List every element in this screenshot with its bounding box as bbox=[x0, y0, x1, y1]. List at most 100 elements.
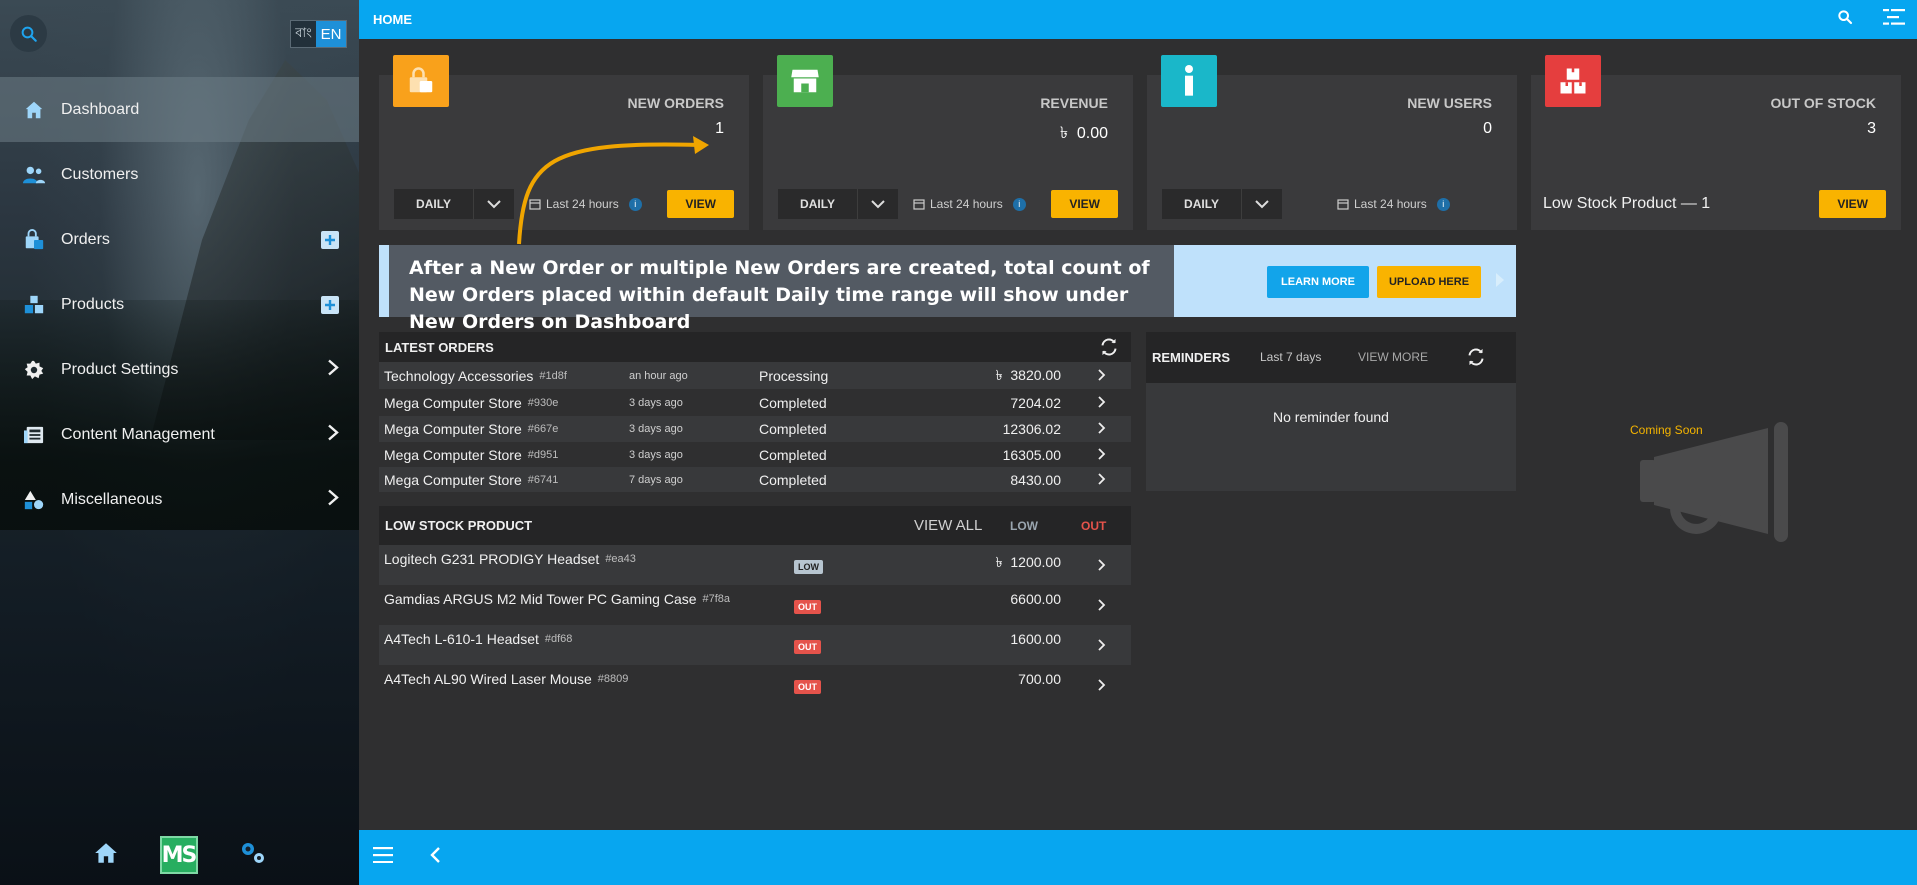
card-label: REVENUE bbox=[1040, 95, 1108, 111]
sidebar-item-products[interactable]: Products bbox=[0, 272, 359, 337]
chevron-down-icon bbox=[1242, 189, 1282, 219]
table-row[interactable]: A4Tech AL90 Wired Laser Mouse #8809 OUT 7… bbox=[379, 665, 1131, 705]
home-icon[interactable] bbox=[92, 840, 120, 871]
panel-title: LATEST ORDERS bbox=[385, 339, 494, 355]
chevron-right-icon[interactable] bbox=[1098, 638, 1106, 654]
range-select[interactable]: DAILY bbox=[1162, 189, 1282, 219]
chevron-right-icon bbox=[327, 423, 339, 446]
period-label: Last 24 hours i bbox=[913, 197, 1026, 211]
chevron-right-icon[interactable] bbox=[1098, 472, 1106, 488]
add-product-button[interactable] bbox=[321, 295, 339, 314]
view-all-link[interactable]: VIEW ALL bbox=[914, 517, 982, 534]
sidebar-item-product-settings[interactable]: Product Settings bbox=[0, 337, 359, 402]
table-row[interactable]: Mega Computer Store #667e 3 days ago Comp… bbox=[379, 416, 1131, 442]
view-more-link[interactable]: VIEW MORE bbox=[1358, 350, 1428, 364]
settings-gears-icon[interactable] bbox=[238, 840, 268, 871]
low-stock-panel: LOW STOCK PRODUCT VIEW ALL LOW OUT Logit… bbox=[379, 506, 1131, 705]
shapes-icon bbox=[22, 488, 46, 512]
coming-soon-label: Coming Soon bbox=[1630, 423, 1703, 437]
sidebar-item-content-management[interactable]: Content Management bbox=[0, 402, 359, 467]
view-revenue-button[interactable]: VIEW bbox=[1051, 190, 1118, 218]
refresh-icon[interactable] bbox=[1099, 338, 1119, 359]
sidebar-item-label: Product Settings bbox=[61, 360, 179, 378]
learn-more-button[interactable]: LEARN MORE bbox=[1267, 266, 1369, 298]
view-out-of-stock-button[interactable]: VIEW bbox=[1819, 190, 1886, 218]
currency-symbol: ৳ bbox=[995, 366, 1003, 383]
calendar-icon bbox=[1337, 199, 1349, 210]
range-select[interactable]: DAILY bbox=[394, 189, 514, 219]
chevron-right-icon[interactable] bbox=[1098, 558, 1106, 574]
filter-out-tab[interactable]: OUT bbox=[1081, 519, 1106, 533]
shopping-bag-icon bbox=[22, 228, 46, 252]
lang-en-option[interactable]: EN bbox=[316, 21, 346, 47]
layout-toggle-icon[interactable] bbox=[1883, 9, 1905, 30]
table-row[interactable]: Gamdias ARGUS M2 Mid Tower PC Gaming Cas… bbox=[379, 585, 1131, 625]
hamburger-menu-icon[interactable] bbox=[373, 847, 393, 868]
search-icon[interactable] bbox=[1837, 9, 1853, 30]
table-row[interactable]: Mega Computer Store #d951 3 days ago Comp… bbox=[379, 442, 1131, 467]
table-row[interactable]: Mega Computer Store #6741 7 days ago Comp… bbox=[379, 467, 1131, 492]
lang-bn-option[interactable]: বাং bbox=[291, 21, 316, 47]
gear-icon bbox=[22, 358, 46, 382]
card-label: OUT OF STOCK bbox=[1770, 95, 1876, 111]
caret-right-icon[interactable] bbox=[1496, 273, 1504, 287]
plus-icon bbox=[325, 234, 335, 245]
sidebar-item-orders[interactable]: Orders bbox=[0, 207, 359, 272]
currency-symbol: ৳ bbox=[1059, 125, 1068, 142]
chevron-right-icon bbox=[327, 488, 339, 511]
refresh-icon[interactable] bbox=[1466, 348, 1486, 369]
tutorial-callout: After a New Order or multiple New Orders… bbox=[379, 245, 1516, 333]
card-value: 0 bbox=[1483, 120, 1492, 137]
info-icon[interactable]: i bbox=[1012, 197, 1026, 211]
stock-badge: OUT bbox=[794, 680, 821, 694]
out-of-stock-card: OUT OF STOCK 3 Low Stock Product — 1 VIE… bbox=[1531, 55, 1901, 230]
stock-badge: LOW bbox=[794, 560, 823, 574]
sidebar-item-miscellaneous[interactable]: Miscellaneous bbox=[0, 467, 359, 532]
callout-arrow bbox=[517, 136, 709, 245]
back-chevron-icon[interactable] bbox=[429, 846, 441, 869]
chevron-right-icon[interactable] bbox=[1098, 368, 1106, 384]
bottom-bar bbox=[359, 830, 1917, 885]
sidebar-item-label: Dashboard bbox=[61, 100, 140, 118]
info-icon[interactable]: i bbox=[1436, 197, 1450, 211]
top-bar: HOME bbox=[359, 0, 1917, 39]
sidebar-item-label: Orders bbox=[61, 230, 110, 248]
chevron-right-icon[interactable] bbox=[1098, 447, 1106, 463]
card-value: ৳ 0.00 bbox=[1059, 125, 1108, 142]
range-select[interactable]: DAILY bbox=[778, 189, 898, 219]
filter-low-tab[interactable]: LOW bbox=[1010, 519, 1038, 533]
reminders-empty-state: No reminder found bbox=[1273, 409, 1389, 425]
sidebar-search-button[interactable] bbox=[10, 15, 47, 52]
shopping-bag-icon bbox=[393, 55, 449, 107]
page-title: HOME bbox=[373, 12, 412, 27]
chevron-right-icon[interactable] bbox=[1098, 598, 1106, 614]
dashboard-main: NEW ORDERS 1 DAILY Last 24 hours i VIEW … bbox=[359, 39, 1917, 830]
newspaper-icon bbox=[22, 423, 46, 447]
add-order-button[interactable] bbox=[321, 230, 339, 249]
range-select-value: DAILY bbox=[778, 189, 858, 219]
boxes-icon bbox=[22, 293, 46, 317]
reminders-range[interactable]: Last 7 days bbox=[1260, 350, 1321, 364]
sidebar-item-customers[interactable]: Customers bbox=[0, 142, 359, 207]
upload-here-button[interactable]: UPLOAD HERE bbox=[1377, 266, 1481, 298]
low-stock-list: Logitech G231 PRODIGY Headset #ea43 LOW ৳… bbox=[379, 545, 1131, 705]
table-row[interactable]: Logitech G231 PRODIGY Headset #ea43 LOW ৳… bbox=[379, 545, 1131, 585]
table-row[interactable]: A4Tech L-610-1 Headset #df68 OUT 1600.00 bbox=[379, 625, 1131, 665]
ms-logo[interactable]: MS bbox=[159, 836, 198, 874]
language-toggle[interactable]: বাং EN bbox=[290, 20, 347, 48]
panel-title: REMINDERS bbox=[1152, 350, 1231, 365]
chevron-right-icon[interactable] bbox=[1098, 421, 1106, 437]
chevron-right-icon[interactable] bbox=[1098, 678, 1106, 694]
chevron-down-icon bbox=[858, 189, 898, 219]
chevron-right-icon bbox=[327, 358, 339, 381]
stock-badge: OUT bbox=[794, 600, 821, 614]
sidebar-item-dashboard[interactable]: Dashboard bbox=[0, 77, 359, 142]
table-row[interactable]: Mega Computer Store #930e 3 days ago Comp… bbox=[379, 389, 1131, 416]
sidebar-item-label: Customers bbox=[61, 165, 139, 183]
chevron-right-icon[interactable] bbox=[1098, 395, 1106, 411]
period-label: Last 24 hours i bbox=[1337, 197, 1450, 211]
table-row[interactable]: Technology Accessories #1d8f an hour ago … bbox=[379, 362, 1131, 389]
search-icon bbox=[21, 26, 37, 42]
boxes-icon bbox=[1545, 55, 1601, 107]
plus-icon bbox=[325, 299, 335, 310]
